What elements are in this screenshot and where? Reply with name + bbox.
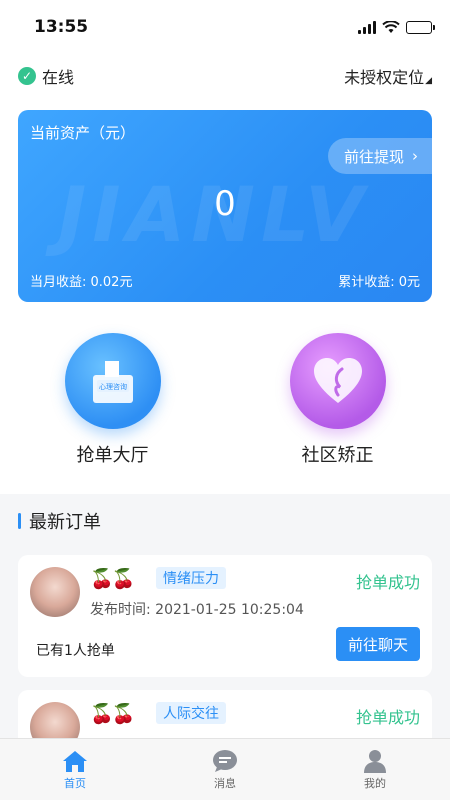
- order-tag: 人际交往: [156, 702, 226, 724]
- status-time: 13:55: [34, 17, 89, 37]
- entry-grid: 心理咨询 抢单大厅 社区矫正: [0, 333, 450, 467]
- check-icon: ✓: [18, 67, 36, 85]
- go-chat-button[interactable]: 前往聊天: [336, 627, 420, 661]
- withdraw-label: 前往提现: [343, 147, 404, 166]
- section-title-text: 最新订单: [29, 512, 101, 533]
- cherry-icons: 🍒🍒: [90, 703, 135, 725]
- online-label: 在线: [42, 68, 75, 87]
- tab-home[interactable]: 首页: [0, 739, 150, 800]
- status-bar: 13:55: [0, 0, 450, 54]
- location-selector[interactable]: 未授权定位◢: [344, 64, 432, 88]
- consultation-box-icon: 心理咨询: [64, 333, 161, 429]
- tab-messages[interactable]: 消息: [150, 739, 300, 800]
- location-row: ✓ 在线 未授权定位◢: [0, 54, 450, 98]
- order-card[interactable]: 🍒🍒 情绪压力 抢单成功 发布时间: 2021-01-25 10:25:04 已…: [18, 555, 432, 677]
- tab-messages-label: 消息: [214, 776, 236, 790]
- tab-bar: 首页 消息 我的: [0, 738, 450, 800]
- system-icons: [358, 20, 435, 34]
- entry-grab-hall[interactable]: 心理咨询 抢单大厅: [0, 333, 225, 467]
- online-status[interactable]: ✓ 在线: [18, 64, 74, 88]
- asset-card: JIANLV 当前资产（元） 前往提现 › 0 当月收益: 0.02元 累计收益…: [18, 110, 432, 302]
- order-publish-time: 发布时间: 2021-01-25 10:25:04: [90, 602, 304, 618]
- asset-value: 0: [214, 184, 236, 224]
- entry-community-correction[interactable]: 社区矫正: [225, 333, 450, 467]
- location-label: 未授权定位: [344, 68, 425, 87]
- tab-profile-label: 我的: [364, 776, 386, 790]
- signal-icon: [358, 20, 376, 34]
- month-income: 当月收益: 0.02元: [30, 275, 133, 290]
- asset-title: 当前资产（元）: [30, 124, 136, 142]
- chevron-right-icon: ›: [412, 147, 418, 165]
- caret-down-icon: ◢: [425, 76, 432, 86]
- entry-community-correction-label: 社区矫正: [301, 445, 374, 466]
- section-title: 最新订单: [18, 508, 101, 534]
- home-icon: [63, 750, 87, 772]
- consultation-icon-text: 心理咨询: [99, 382, 127, 391]
- battery-icon: [406, 20, 435, 34]
- profile-icon: [364, 749, 386, 773]
- tab-home-label: 首页: [64, 776, 86, 790]
- top-section: 13:55 ✓ 在线 未授权定位◢ JIANLV 当前资产（元） 前往提现 › …: [0, 0, 450, 494]
- wifi-icon: [382, 20, 400, 33]
- order-grab-count: 已有1人抢单: [36, 643, 115, 659]
- entry-grab-hall-label: 抢单大厅: [76, 445, 149, 466]
- heart-icon: [289, 333, 386, 429]
- order-tag: 情绪压力: [156, 567, 226, 589]
- avatar: [30, 567, 80, 617]
- tab-profile[interactable]: 我的: [300, 739, 450, 800]
- order-status: 抢单成功: [355, 708, 420, 727]
- section-title-bar: [18, 513, 21, 529]
- message-icon: [213, 749, 237, 772]
- order-status: 抢单成功: [355, 573, 420, 592]
- cherry-icons: 🍒🍒: [90, 568, 135, 590]
- withdraw-button[interactable]: 前往提现 ›: [327, 138, 432, 174]
- total-income: 累计收益: 0元: [338, 275, 420, 290]
